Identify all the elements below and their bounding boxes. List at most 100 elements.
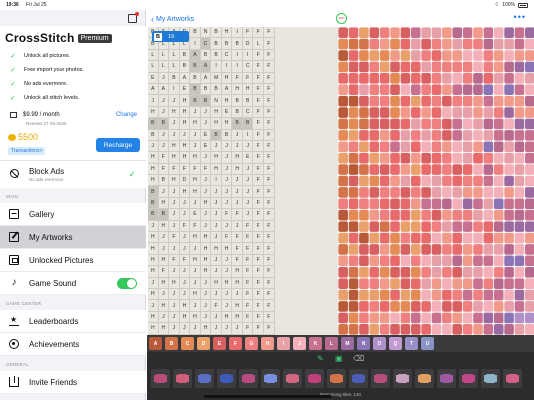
- grid-cell[interactable]: J: [221, 288, 233, 301]
- puzzle-piece[interactable]: [151, 369, 170, 388]
- grid-cell[interactable]: F: [264, 61, 275, 73]
- grid-cell[interactable]: J: [221, 323, 233, 335]
- grid-cell[interactable]: J: [221, 163, 233, 176]
- fill-icon[interactable]: ▣: [335, 355, 343, 363]
- grid-cell[interactable]: F: [211, 300, 222, 312]
- grid-cell[interactable]: F: [253, 209, 265, 221]
- grid-cell[interactable]: F: [264, 95, 275, 107]
- grid-cell[interactable]: H: [200, 197, 212, 210]
- grid-cell[interactable]: B: [211, 38, 222, 50]
- grid-cell[interactable]: J: [158, 186, 170, 198]
- sidebar-item-invite-friends[interactable]: Invite Friends: [0, 371, 146, 394]
- palette-swatch[interactable]: O: [373, 337, 386, 350]
- grid-cell[interactable]: F: [253, 49, 265, 62]
- grid-cell[interactable]: J: [158, 288, 170, 301]
- grid-cell[interactable]: F: [190, 220, 201, 233]
- puzzle-piece[interactable]: [261, 369, 280, 388]
- grid-cell[interactable]: J: [232, 175, 243, 187]
- grid-cell[interactable]: J: [221, 140, 233, 153]
- pencil-icon[interactable]: ✎: [317, 355, 325, 363]
- grid-cell[interactable]: L: [253, 38, 265, 50]
- grid-cell[interactable]: F: [264, 254, 275, 267]
- puzzle-piece[interactable]: [415, 369, 434, 388]
- grid-cell[interactable]: L: [169, 49, 180, 62]
- grid-cell[interactable]: B: [232, 118, 243, 130]
- grid-cell[interactable]: J: [148, 300, 159, 312]
- grid-cell[interactable]: I: [232, 61, 243, 73]
- grid-cell[interactable]: J: [179, 232, 191, 244]
- grid-cell[interactable]: J: [158, 311, 170, 324]
- grid-cell[interactable]: H: [148, 323, 159, 335]
- grid-cell[interactable]: N: [200, 27, 212, 39]
- grid-cell[interactable]: H: [232, 311, 243, 324]
- grid-cell[interactable]: J: [169, 129, 180, 141]
- grid-cell[interactable]: H: [148, 175, 159, 187]
- grid-cell[interactable]: J: [169, 197, 180, 210]
- grid-cell[interactable]: F: [253, 277, 265, 289]
- puzzle-piece[interactable]: [239, 369, 258, 388]
- grid-cell[interactable]: H: [211, 163, 222, 176]
- grid-cell[interactable]: E: [200, 140, 212, 153]
- grid-cell[interactable]: F: [242, 311, 254, 324]
- stitch-canvas[interactable]: BAADBNBHIFFFBLLLICBBBDLFLLLBABBCIIFFLLLB…: [148, 27, 534, 335]
- grid-cell[interactable]: C: [242, 61, 254, 73]
- grid-cell[interactable]: F: [264, 27, 275, 39]
- grid-cell[interactable]: I: [221, 61, 233, 73]
- puzzle-piece[interactable]: [195, 369, 214, 388]
- grid-cell[interactable]: H: [148, 106, 159, 119]
- grid-cell[interactable]: H: [179, 300, 191, 312]
- grid-cell[interactable]: J: [211, 140, 222, 153]
- grid-cell[interactable]: J: [179, 129, 191, 141]
- palette-swatch[interactable]: U: [421, 337, 434, 350]
- grid-cell[interactable]: I: [190, 38, 201, 50]
- grid-cell[interactable]: J: [158, 72, 170, 84]
- grid-cell[interactable]: J: [179, 266, 191, 278]
- grid-cell[interactable]: H: [200, 232, 212, 244]
- grid-cell[interactable]: H: [179, 140, 191, 153]
- grid-cell[interactable]: J: [190, 129, 201, 141]
- grid-cell[interactable]: J: [211, 266, 222, 278]
- grid-cell[interactable]: B: [221, 38, 233, 50]
- palette-swatch[interactable]: N: [357, 337, 370, 350]
- palette-swatch[interactable]: H: [261, 337, 274, 350]
- grid-cell[interactable]: J: [179, 288, 191, 301]
- grid-cell[interactable]: B: [179, 49, 191, 62]
- grid-cell[interactable]: A: [200, 61, 212, 73]
- grid-cell[interactable]: I: [242, 49, 254, 62]
- grid-cell[interactable]: J: [232, 186, 243, 198]
- puzzle-piece[interactable]: [393, 369, 412, 388]
- grid-cell[interactable]: F: [232, 232, 243, 244]
- grid-cell[interactable]: B: [200, 49, 212, 62]
- grid-cell[interactable]: J: [200, 118, 212, 130]
- grid-cell[interactable]: B: [242, 118, 254, 130]
- palette-swatch[interactable]: F: [229, 337, 242, 350]
- grid-cell[interactable]: J: [200, 311, 212, 324]
- grid-cell[interactable]: F: [264, 163, 275, 176]
- palette-swatch[interactable]: K: [309, 337, 322, 350]
- grid-cell[interactable]: J: [169, 288, 180, 301]
- grid-cell[interactable]: F: [242, 27, 254, 39]
- grid-cell[interactable]: F: [253, 106, 265, 119]
- grid-cell[interactable]: H: [158, 323, 170, 335]
- grid-cell[interactable]: J: [158, 140, 170, 153]
- grid-cell[interactable]: J: [200, 209, 212, 221]
- grid-cell[interactable]: F: [264, 323, 275, 335]
- grid-cell[interactable]: F: [253, 220, 265, 233]
- grid-cell[interactable]: J: [169, 209, 180, 221]
- grid-cell[interactable]: H: [190, 175, 201, 187]
- grid-cell[interactable]: F: [264, 243, 275, 255]
- grid-cell[interactable]: F: [253, 186, 265, 198]
- grid-cell[interactable]: J: [148, 95, 159, 107]
- grid-cell[interactable]: J: [190, 197, 201, 210]
- grid-cell[interactable]: F: [253, 163, 265, 176]
- grid-cell[interactable]: F: [253, 288, 265, 301]
- grid-cell[interactable]: J: [169, 311, 180, 324]
- grid-cell[interactable]: H: [169, 140, 180, 153]
- grid-cell[interactable]: F: [221, 209, 233, 221]
- palette-swatch[interactable]: T: [405, 337, 418, 350]
- grid-cell[interactable]: J: [158, 95, 170, 107]
- grid-cell[interactable]: H: [190, 288, 201, 301]
- grid-cell[interactable]: H: [179, 118, 191, 130]
- grid-cell[interactable]: F: [253, 232, 265, 244]
- grid-cell[interactable]: F: [264, 277, 275, 289]
